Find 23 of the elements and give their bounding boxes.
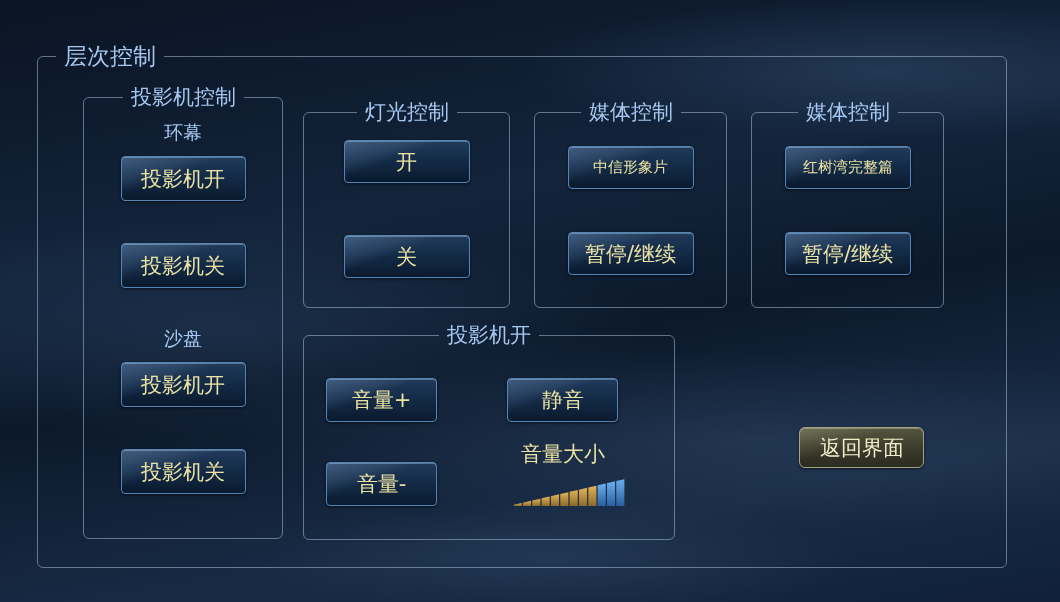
group-title: 媒体控制 [587,101,674,125]
section-label: 沙盘 [164,326,202,351]
clip-button[interactable]: 中信形象片 [567,146,694,190]
control-button[interactable]: 开 [343,140,470,184]
control-button[interactable]: 暂停/继续 [784,232,911,276]
section-label: 环幕 [164,120,202,145]
group-title: 投影机开 [446,324,532,348]
projector-button[interactable]: 投影机关 [120,243,246,289]
volume-button[interactable]: 音量- [326,462,437,507]
clip-button[interactable]: 红树湾完整篇 [784,146,911,190]
panel-title: 层次控制 [63,44,157,70]
control-button[interactable]: 关 [343,235,470,279]
volume-button[interactable]: 静音 [507,378,618,423]
projector-button[interactable]: 投影机开 [120,362,246,408]
return-button[interactable]: 返回界面 [799,427,924,469]
volume-button[interactable]: 音量+ [326,378,437,423]
group-title: 媒体控制 [804,101,891,125]
group-title: 灯光控制 [363,101,450,125]
control-button[interactable]: 暂停/继续 [567,232,694,276]
group-title: 投影机控制 [129,86,237,110]
meter-label: 音量大小 [520,442,605,467]
projector-button[interactable]: 投影机开 [120,156,246,202]
projector-button[interactable]: 投影机关 [120,449,246,495]
